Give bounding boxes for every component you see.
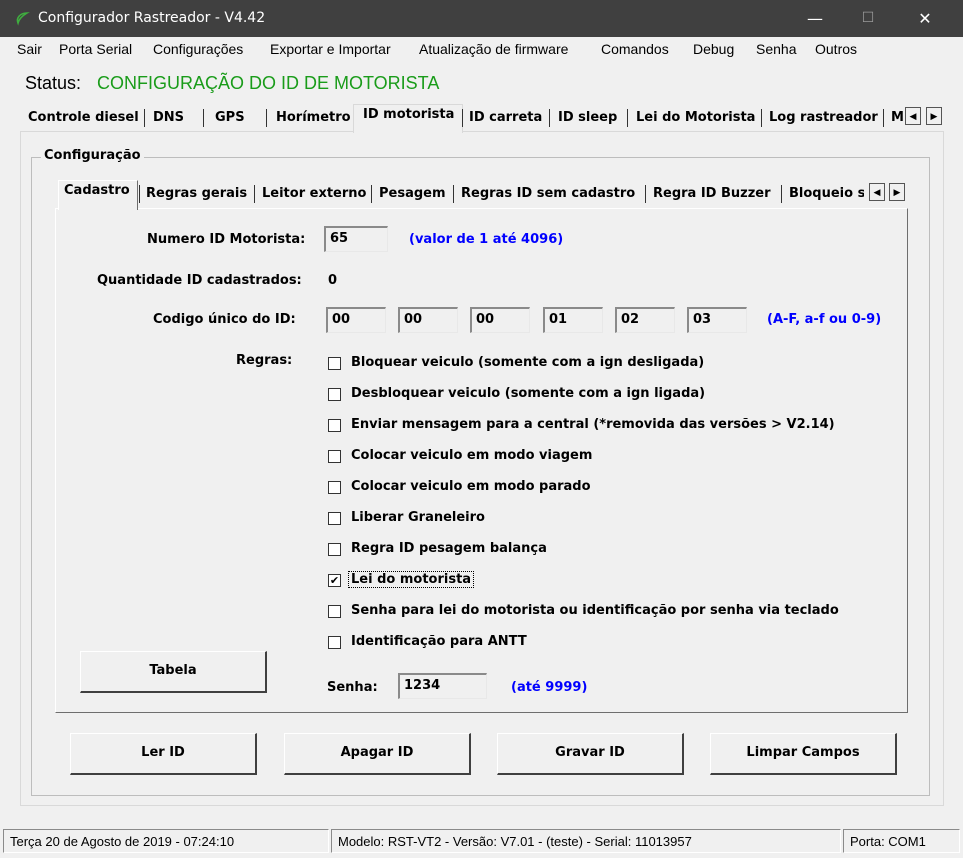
subtab-regra-id-buzzer[interactable]: Regra ID Buzzer	[653, 186, 771, 201]
subtab-bloqueio[interactable]: Bloqueio s	[789, 186, 864, 201]
subtab-regras-gerais[interactable]: Regras gerais	[146, 186, 247, 201]
tab-dns[interactable]: DNS	[153, 110, 184, 125]
scroll-right-icon[interactable]: ▶	[926, 107, 942, 125]
senha-hint: (até 9999)	[511, 680, 588, 695]
subtab-cadastro[interactable]: Cadastro	[64, 183, 130, 198]
scroll-left-icon[interactable]: ◀	[869, 183, 885, 201]
tab-separator	[627, 109, 628, 127]
gravar-id-button[interactable]: Gravar ID	[497, 733, 684, 775]
codigo-label: Codigo único do ID:	[153, 312, 296, 327]
apagar-id-button[interactable]: Apagar ID	[284, 733, 471, 775]
rule-checkbox-graneleiro[interactable]	[328, 512, 341, 525]
subtab-leitor-externo[interactable]: Leitor externo	[262, 186, 366, 201]
window-title: Configurador Rastreador - V4.42	[38, 10, 266, 26]
tabela-button[interactable]: Tabela	[80, 651, 267, 693]
rule-checkbox-antt[interactable]	[328, 636, 341, 649]
statusbar-date: Terça 20 de Agosto de 2019 - 07:24:10	[3, 829, 329, 853]
rule-label-senha-teclado[interactable]: Senha para lei do motorista ou identific…	[351, 603, 839, 618]
rule-label-antt[interactable]: Identificação para ANTT	[351, 634, 527, 649]
numero-id-input[interactable]: 65	[324, 226, 388, 252]
rule-label-lei-motorista[interactable]: Lei do motorista	[348, 571, 475, 588]
tab-separator	[371, 185, 372, 203]
menu-porta-serial[interactable]: Porta Serial	[59, 41, 132, 57]
tab-id-motorista[interactable]: ID motorista	[363, 107, 454, 122]
rule-label-modo-parado[interactable]: Colocar veiculo em modo parado	[351, 479, 591, 494]
senha-label: Senha:	[327, 680, 378, 695]
codigo-byte-4-input[interactable]: 01	[543, 307, 603, 333]
rule-checkbox-modo-viagem[interactable]	[328, 450, 341, 463]
tab-horimetro[interactable]: Horímetro	[276, 110, 351, 125]
codigo-byte-6-input[interactable]: 03	[687, 307, 747, 333]
rule-label-bloquear[interactable]: Bloquear veiculo (somente com a ign desl…	[351, 355, 704, 370]
menu-exportar-importar[interactable]: Exportar e Importar	[270, 41, 391, 57]
tab-lei-do-motorista[interactable]: Lei do Motorista	[636, 110, 755, 125]
rule-label-pesagem-balanca[interactable]: Regra ID pesagem balança	[351, 541, 547, 556]
tab-separator	[453, 185, 454, 203]
rule-label-modo-viagem[interactable]: Colocar veiculo em modo viagem	[351, 448, 592, 463]
rule-label-graneleiro[interactable]: Liberar Graneleiro	[351, 510, 485, 525]
minimize-button[interactable]: —	[792, 0, 838, 37]
codigo-byte-5-input[interactable]: 02	[615, 307, 675, 333]
rule-label-desbloquear[interactable]: Desbloquear veiculo (somente com a ign l…	[351, 386, 705, 401]
scroll-left-icon[interactable]: ◀	[905, 107, 921, 125]
title-bar[interactable]: Configurador Rastreador - V4.42 — ☐ ✕	[0, 0, 963, 37]
senha-input[interactable]: 1234	[398, 673, 487, 699]
menu-comandos[interactable]: Comandos	[601, 41, 669, 57]
menu-outros[interactable]: Outros	[815, 41, 857, 57]
tab-id-carreta[interactable]: ID carreta	[469, 110, 542, 125]
statusbar-model: Modelo: RST-VT2 - Versão: V7.01 - (teste…	[331, 829, 841, 853]
subtab-pesagem[interactable]: Pesagem	[379, 186, 446, 201]
statusbar-port: Porta: COM1	[843, 829, 960, 853]
codigo-hint: (A-F, a-f ou 0-9)	[767, 312, 882, 327]
scroll-right-icon[interactable]: ▶	[889, 183, 905, 201]
tab-controle-diesel[interactable]: Controle diesel	[28, 110, 139, 125]
numero-id-label: Numero ID Motorista:	[147, 232, 306, 247]
status-value: CONFIGURAÇÃO DO ID DE MOTORISTA	[97, 73, 440, 93]
status-label: Status:	[25, 73, 82, 93]
rule-label-enviar-mensagem[interactable]: Enviar mensagem para a central (*removid…	[351, 417, 835, 432]
tab-more[interactable]: M	[891, 110, 903, 125]
menu-debug[interactable]: Debug	[693, 41, 734, 57]
tab-log-rastreador[interactable]: Log rastreador	[769, 110, 878, 125]
regras-label: Regras:	[236, 353, 293, 368]
rule-checkbox-enviar-mensagem[interactable]	[328, 419, 341, 432]
tab-separator	[645, 185, 646, 203]
rule-checkbox-lei-motorista[interactable]: ✔	[328, 574, 341, 587]
tab-id-sleep[interactable]: ID sleep	[558, 110, 617, 125]
tab-separator	[144, 109, 145, 127]
close-button[interactable]: ✕	[902, 0, 948, 37]
rule-checkbox-pesagem-balanca[interactable]	[328, 543, 341, 556]
tab-separator	[883, 109, 884, 127]
quantidade-value: 0	[328, 273, 338, 288]
numero-id-hint: (valor de 1 até 4096)	[409, 232, 564, 247]
app-leaf-icon	[16, 12, 30, 26]
ler-id-button[interactable]: Ler ID	[70, 733, 257, 775]
tab-separator	[266, 109, 267, 127]
quantidade-label: Quantidade ID cadastrados:	[97, 273, 302, 288]
checkmark-icon: ✔	[329, 574, 340, 587]
menu-sair[interactable]: Sair	[17, 41, 42, 57]
limpar-campos-button[interactable]: Limpar Campos	[710, 733, 897, 775]
rule-checkbox-bloquear[interactable]	[328, 357, 341, 370]
menu-senha[interactable]: Senha	[756, 41, 796, 57]
tab-gps[interactable]: GPS	[215, 110, 245, 125]
tab-separator	[254, 185, 255, 203]
subtab-regras-id-sem-cadastro[interactable]: Regras ID sem cadastro	[461, 186, 635, 201]
rule-checkbox-modo-parado[interactable]	[328, 481, 341, 494]
tab-separator	[781, 185, 782, 203]
menu-configuracoes[interactable]: Configurações	[153, 41, 243, 57]
codigo-byte-2-input[interactable]: 00	[398, 307, 458, 333]
rule-checkbox-desbloquear[interactable]	[328, 388, 341, 401]
tab-separator	[761, 109, 762, 127]
tab-separator	[203, 109, 204, 127]
tab-separator	[462, 109, 463, 127]
tab-separator	[549, 109, 550, 127]
group-title: Configuração	[41, 148, 144, 163]
codigo-byte-1-input[interactable]: 00	[326, 307, 386, 333]
codigo-byte-3-input[interactable]: 00	[470, 307, 530, 333]
rule-checkbox-senha-teclado[interactable]	[328, 605, 341, 618]
tab-separator	[139, 185, 140, 203]
maximize-button[interactable]: ☐	[845, 0, 891, 37]
menu-atualizacao-firmware[interactable]: Atualização de firmware	[419, 41, 568, 57]
